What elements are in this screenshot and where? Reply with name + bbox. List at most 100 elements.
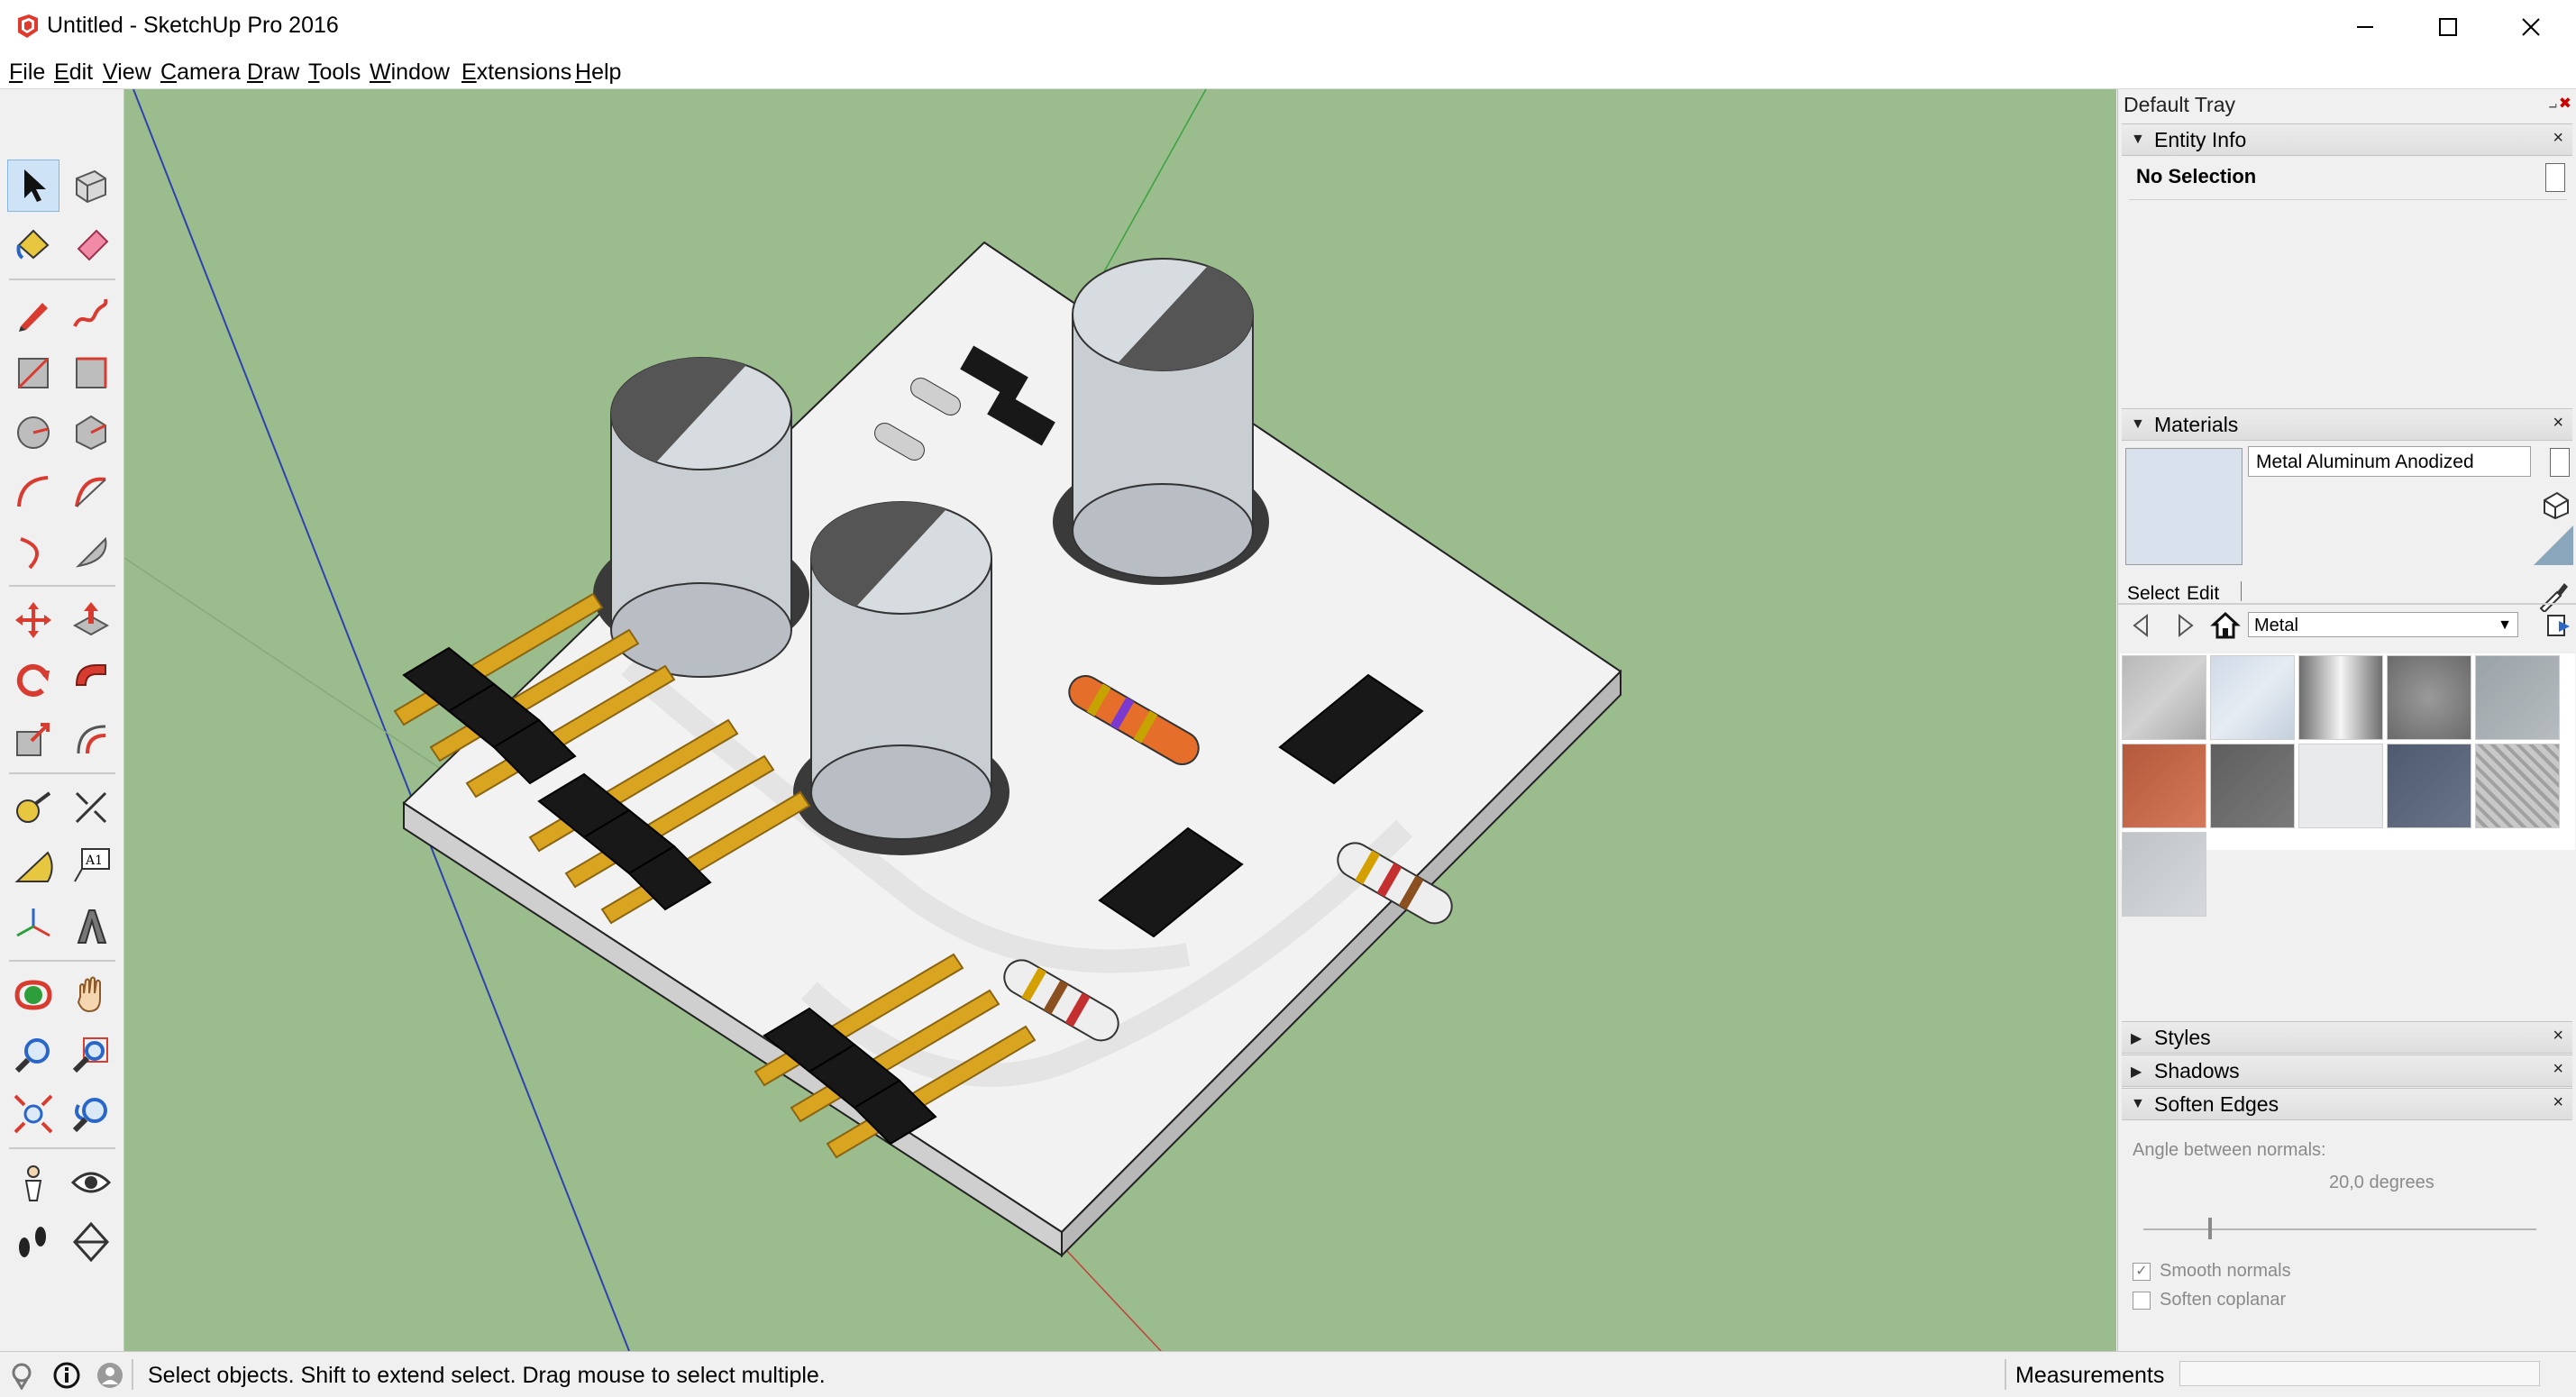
material-swatch[interactable] <box>2210 744 2295 828</box>
entity-selection-label: No Selection <box>2136 165 2257 187</box>
material-swatch[interactable] <box>2210 655 2295 740</box>
maximize-button[interactable] <box>2407 0 2489 54</box>
make-component-button[interactable] <box>65 160 117 212</box>
default-tray: Default Tray ⨼ ✖ ▼ Entity Info × No Sele… <box>2117 89 2576 1351</box>
close-button[interactable] <box>2489 0 2572 54</box>
angle-slider-thumb[interactable] <box>2208 1218 2213 1239</box>
scale-tool-button[interactable] <box>7 713 59 765</box>
material-swatch[interactable] <box>2298 744 2383 828</box>
panel-close-icon[interactable]: × <box>2553 128 2563 149</box>
menu-window[interactable]: Window <box>366 58 453 87</box>
measurements-input[interactable] <box>2179 1361 2540 1386</box>
freehand-tool-button[interactable] <box>65 288 117 340</box>
angle-slider-track[interactable] <box>2143 1228 2536 1230</box>
rectangle-tool-button[interactable] <box>7 347 59 399</box>
create-material-icon[interactable] <box>2541 489 2571 520</box>
walk-tool-button[interactable] <box>7 1216 59 1268</box>
menu-extensions[interactable]: Extensions <box>458 58 575 87</box>
maximize-icon <box>2439 18 2457 36</box>
back-arrow-icon[interactable] <box>2129 612 2156 639</box>
soften-coplanar-checkbox[interactable] <box>2133 1292 2151 1310</box>
material-swatch[interactable] <box>2387 655 2471 740</box>
pan-tool-button[interactable] <box>65 969 117 1021</box>
paint-bucket-button[interactable] <box>7 217 59 269</box>
model-viewport[interactable] <box>124 89 2116 1351</box>
tape-measure-button[interactable] <box>7 781 59 834</box>
material-swatch[interactable] <box>2122 832 2206 917</box>
panel-close-icon[interactable]: × <box>2553 1026 2563 1046</box>
shadows-header[interactable]: ▶ Shadows × <box>2122 1055 2572 1087</box>
entity-info-header[interactable]: ▼ Entity Info × <box>2122 123 2572 156</box>
material-swatch[interactable] <box>2475 744 2560 828</box>
protractor-icon <box>14 851 53 882</box>
tray-close-icon[interactable]: ✖ <box>2559 95 2571 113</box>
soften-edges-header[interactable]: ▼ Soften Edges × <box>2122 1088 2572 1120</box>
menu-edit[interactable]: Edit <box>50 58 96 87</box>
info-icon[interactable] <box>52 1361 81 1390</box>
menu-camera[interactable]: Camera <box>157 58 244 87</box>
look-around-button[interactable] <box>65 1156 117 1209</box>
entity-detail-toggle-icon[interactable] <box>2545 163 2565 192</box>
axes-icon <box>16 909 50 937</box>
text-label-icon: A1 <box>74 848 110 882</box>
tab-select[interactable]: Select <box>2127 583 2179 605</box>
select-tool-button[interactable] <box>7 160 59 212</box>
eraser-button[interactable] <box>65 217 117 269</box>
position-camera-button[interactable] <box>7 1156 59 1209</box>
details-arrow-icon[interactable] <box>2544 612 2571 639</box>
offset-tool-button[interactable] <box>65 713 117 765</box>
material-swatch[interactable] <box>2387 744 2471 828</box>
forward-arrow-icon[interactable] <box>2170 612 2197 639</box>
axes-tool-button[interactable] <box>7 900 59 953</box>
3d-text-button[interactable] <box>65 900 117 953</box>
material-swatch[interactable] <box>2122 744 2206 828</box>
minimize-button[interactable] <box>2324 0 2407 54</box>
pie-tool-button[interactable] <box>65 525 117 578</box>
styles-header[interactable]: ▶ Styles × <box>2122 1021 2572 1054</box>
zoom-window-button[interactable] <box>65 1028 117 1081</box>
panel-close-icon[interactable]: × <box>2553 1059 2563 1080</box>
materials-header[interactable]: ▼ Materials × <box>2122 408 2572 441</box>
menu-help[interactable]: Help <box>571 58 625 87</box>
arc-tool-button[interactable] <box>7 466 59 518</box>
zoom-tool-button[interactable] <box>7 1028 59 1081</box>
panel-close-icon[interactable]: × <box>2553 413 2563 434</box>
three-point-arc-button[interactable] <box>7 525 59 578</box>
tray-pin-icon[interactable]: ⨼ <box>2549 96 2557 113</box>
protractor-button[interactable] <box>7 841 59 893</box>
home-icon[interactable] <box>2210 610 2241 641</box>
section-plane-button[interactable] <box>65 1216 117 1268</box>
material-swatch[interactable] <box>2475 655 2560 740</box>
circle-tool-button[interactable] <box>7 406 59 459</box>
user-account-icon[interactable] <box>96 1361 124 1390</box>
detail-toggle-icon[interactable] <box>2550 448 2570 477</box>
materials-swatch-grid <box>2120 653 2575 917</box>
text-tool-button[interactable]: A1 <box>65 841 117 893</box>
smooth-normals-checkbox[interactable]: ✓ <box>2133 1263 2151 1281</box>
library-dropdown[interactable]: Metal ▼ <box>2248 612 2518 637</box>
rotated-rectangle-button[interactable] <box>65 347 117 399</box>
sample-paint-icon[interactable] <box>2534 525 2573 565</box>
menu-tools[interactable]: Tools <box>305 58 364 87</box>
panel-close-icon[interactable]: × <box>2553 1092 2563 1113</box>
geo-location-icon[interactable] <box>7 1361 36 1390</box>
rotate-tool-button[interactable] <box>7 653 59 706</box>
dimension-tool-button[interactable] <box>65 781 117 834</box>
menu-file[interactable]: File <box>5 58 49 87</box>
polygon-tool-button[interactable] <box>65 406 117 459</box>
menu-draw[interactable]: Draw <box>243 58 303 87</box>
follow-me-button[interactable] <box>65 653 117 706</box>
tab-edit[interactable]: Edit <box>2187 583 2219 605</box>
menu-view[interactable]: View <box>99 58 155 87</box>
push-pull-button[interactable] <box>65 594 117 646</box>
material-swatch[interactable] <box>2122 655 2206 740</box>
previous-view-button[interactable] <box>65 1088 117 1140</box>
line-tool-button[interactable] <box>7 288 59 340</box>
move-tool-button[interactable] <box>7 594 59 646</box>
material-name-input[interactable]: Metal Aluminum Anodized <box>2248 446 2531 477</box>
eyedropper-icon[interactable] <box>2537 580 2570 612</box>
zoom-extents-button[interactable] <box>7 1088 59 1140</box>
two-point-arc-button[interactable] <box>65 466 117 518</box>
material-swatch[interactable] <box>2298 655 2383 740</box>
orbit-tool-button[interactable] <box>7 969 59 1021</box>
